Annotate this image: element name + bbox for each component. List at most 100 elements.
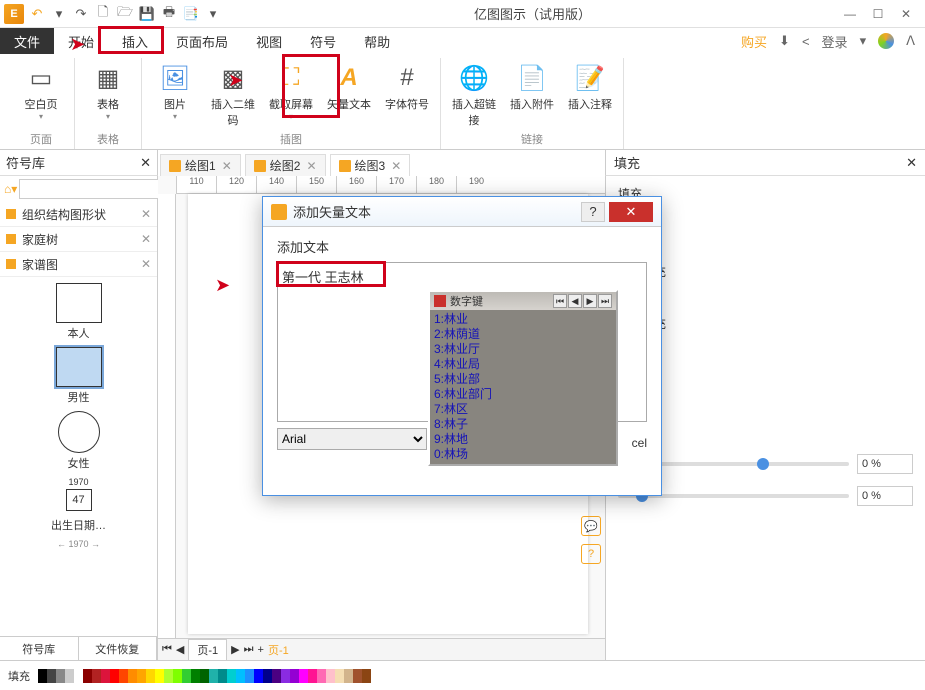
color-swatch[interactable] <box>236 669 245 683</box>
shape-birthdate[interactable]: 出生日期… <box>51 517 106 533</box>
color-swatch[interactable] <box>227 669 236 683</box>
shape-self[interactable]: 本人 <box>56 283 102 341</box>
dialog-close-button[interactable]: ✕ <box>609 202 653 222</box>
color-swatch[interactable] <box>182 669 191 683</box>
ime-candidate[interactable]: 9:林地 <box>434 432 612 447</box>
menu-view[interactable]: 视图 <box>242 28 296 54</box>
slider-1-value[interactable]: 0 % <box>857 454 913 474</box>
tab-file-recovery[interactable]: 文件恢复 <box>79 637 158 660</box>
color-swatch[interactable] <box>173 669 182 683</box>
left-panel-close-icon[interactable]: ✕ <box>140 155 151 171</box>
ime-candidate[interactable]: 4:林业局 <box>434 357 612 372</box>
login-link[interactable]: 登录 <box>822 32 848 51</box>
collapse-ribbon-icon[interactable]: ᐱ <box>906 33 915 49</box>
right-panel-close-icon[interactable]: ✕ <box>906 155 917 171</box>
symbol-group-org[interactable]: 组织结构图形状✕ <box>0 202 157 227</box>
qat-dropdown-icon[interactable]: ▾ <box>50 5 68 23</box>
color-swatch[interactable] <box>344 669 353 683</box>
login-dropdown-icon[interactable]: ▾ <box>860 33 867 49</box>
share-icon[interactable]: < <box>802 34 810 49</box>
symbol-group-family-tree[interactable]: 家庭树✕ <box>0 227 157 252</box>
color-swatch[interactable] <box>218 669 227 683</box>
new-icon[interactable]: 🗋 <box>94 5 112 23</box>
download-icon[interactable]: ⬇ <box>779 33 790 49</box>
color-swatch[interactable] <box>191 669 200 683</box>
picture-button[interactable]: 🖼图片▾ <box>148 58 202 129</box>
menu-insert[interactable]: 插入 <box>108 28 162 54</box>
color-swatch[interactable] <box>263 669 272 683</box>
slider-2-value[interactable]: 0 % <box>857 486 913 506</box>
color-swatch[interactable] <box>254 669 263 683</box>
color-swatch[interactable] <box>155 669 164 683</box>
color-swatch[interactable] <box>272 669 281 683</box>
ime-candidate[interactable]: 0:林场 <box>434 447 612 462</box>
page-nav-prev-icon[interactable]: ⏮ <box>162 643 172 656</box>
group-close-icon[interactable]: ✕ <box>141 232 151 246</box>
menu-page-layout[interactable]: 页面布局 <box>162 28 242 54</box>
color-swatch[interactable] <box>128 669 137 683</box>
ime-candidate[interactable]: 1:林业 <box>434 312 612 327</box>
menu-symbol[interactable]: 符号 <box>296 28 350 54</box>
color-swatch[interactable] <box>299 669 308 683</box>
font-select[interactable]: Arial <box>277 428 427 450</box>
annotation-button[interactable]: 📝插入注释 <box>563 58 617 129</box>
color-swatch[interactable] <box>200 669 209 683</box>
group-close-icon[interactable]: ✕ <box>141 257 151 271</box>
color-swatch[interactable] <box>209 669 218 683</box>
ime-title-bar[interactable]: 数字键 ⏮ ◀ ▶ ⏭ <box>430 292 616 310</box>
attachment-button[interactable]: 📄插入附件 <box>505 58 559 129</box>
dialog-title-bar[interactable]: 添加矢量文本 ? ✕ <box>263 197 661 227</box>
dialog-help-button[interactable]: ? <box>581 202 605 222</box>
color-swatch[interactable] <box>353 669 362 683</box>
color-swatch[interactable] <box>92 669 101 683</box>
print-icon[interactable]: 🖶 <box>160 5 178 23</box>
vector-text-button[interactable]: A矢量文本 <box>322 58 376 129</box>
comment-icon[interactable]: 💬 <box>581 516 601 536</box>
color-swatch[interactable] <box>308 669 317 683</box>
color-swatch[interactable] <box>65 669 74 683</box>
shape-male[interactable]: 男性 <box>56 347 102 405</box>
document-tab-3[interactable]: 绘图3✕ <box>330 154 411 176</box>
ime-nav-last-icon[interactable]: ⏭ <box>598 294 612 308</box>
export-icon[interactable]: 📑 <box>182 5 200 23</box>
save-icon[interactable]: 💾 <box>138 5 156 23</box>
ime-nav-prev-icon[interactable]: ◀ <box>568 294 582 308</box>
menu-help[interactable]: 帮助 <box>350 28 404 54</box>
screenshot-button[interactable]: ⛶截取屏幕▾ <box>264 58 318 129</box>
ime-candidate[interactable]: 8:林子 <box>434 417 612 432</box>
tab-close-icon[interactable]: ✕ <box>222 159 232 173</box>
page-add-icon[interactable]: + <box>258 644 264 656</box>
color-swatch[interactable] <box>335 669 344 683</box>
open-icon[interactable]: 🗁 <box>116 5 134 23</box>
color-swatch[interactable] <box>362 669 371 683</box>
ime-candidate[interactable]: 2:林荫道 <box>434 327 612 342</box>
menu-start[interactable]: 开始 <box>54 28 108 54</box>
ime-nav-next-icon[interactable]: ▶ <box>583 294 597 308</box>
symbol-search-input[interactable] <box>19 179 171 199</box>
table-button[interactable]: ▦表格▾ <box>81 58 135 129</box>
minimize-button[interactable]: — <box>843 7 857 21</box>
ime-candidate[interactable]: 6:林业部门 <box>434 387 612 402</box>
cancel-button-partial[interactable]: cel <box>632 436 647 450</box>
color-swatch[interactable] <box>110 669 119 683</box>
undo-icon[interactable]: ↶ <box>28 5 46 23</box>
shape-female[interactable]: 女性 <box>58 411 100 471</box>
color-swatch[interactable] <box>164 669 173 683</box>
color-swatch[interactable] <box>119 669 128 683</box>
blank-page-button[interactable]: ▭空白页▾ <box>14 58 68 129</box>
tab-close-icon[interactable]: ✕ <box>391 159 401 173</box>
color-swatch[interactable] <box>56 669 65 683</box>
symbol-group-genealogy[interactable]: 家谱图✕ <box>0 252 157 277</box>
color-swatch[interactable] <box>281 669 290 683</box>
color-swatch[interactable] <box>245 669 254 683</box>
color-swatch[interactable] <box>317 669 326 683</box>
document-tab-2[interactable]: 绘图2✕ <box>245 154 326 176</box>
redo-icon[interactable]: ↷ <box>72 5 90 23</box>
home-icon[interactable]: ⌂▾ <box>4 182 17 196</box>
font-symbol-button[interactable]: #字体符号 <box>380 58 434 129</box>
color-swatch[interactable] <box>326 669 335 683</box>
maximize-button[interactable]: ☐ <box>871 7 885 21</box>
color-swatch[interactable] <box>146 669 155 683</box>
ime-candidate[interactable]: 7:林区 <box>434 402 612 417</box>
color-swatch[interactable] <box>38 669 47 683</box>
